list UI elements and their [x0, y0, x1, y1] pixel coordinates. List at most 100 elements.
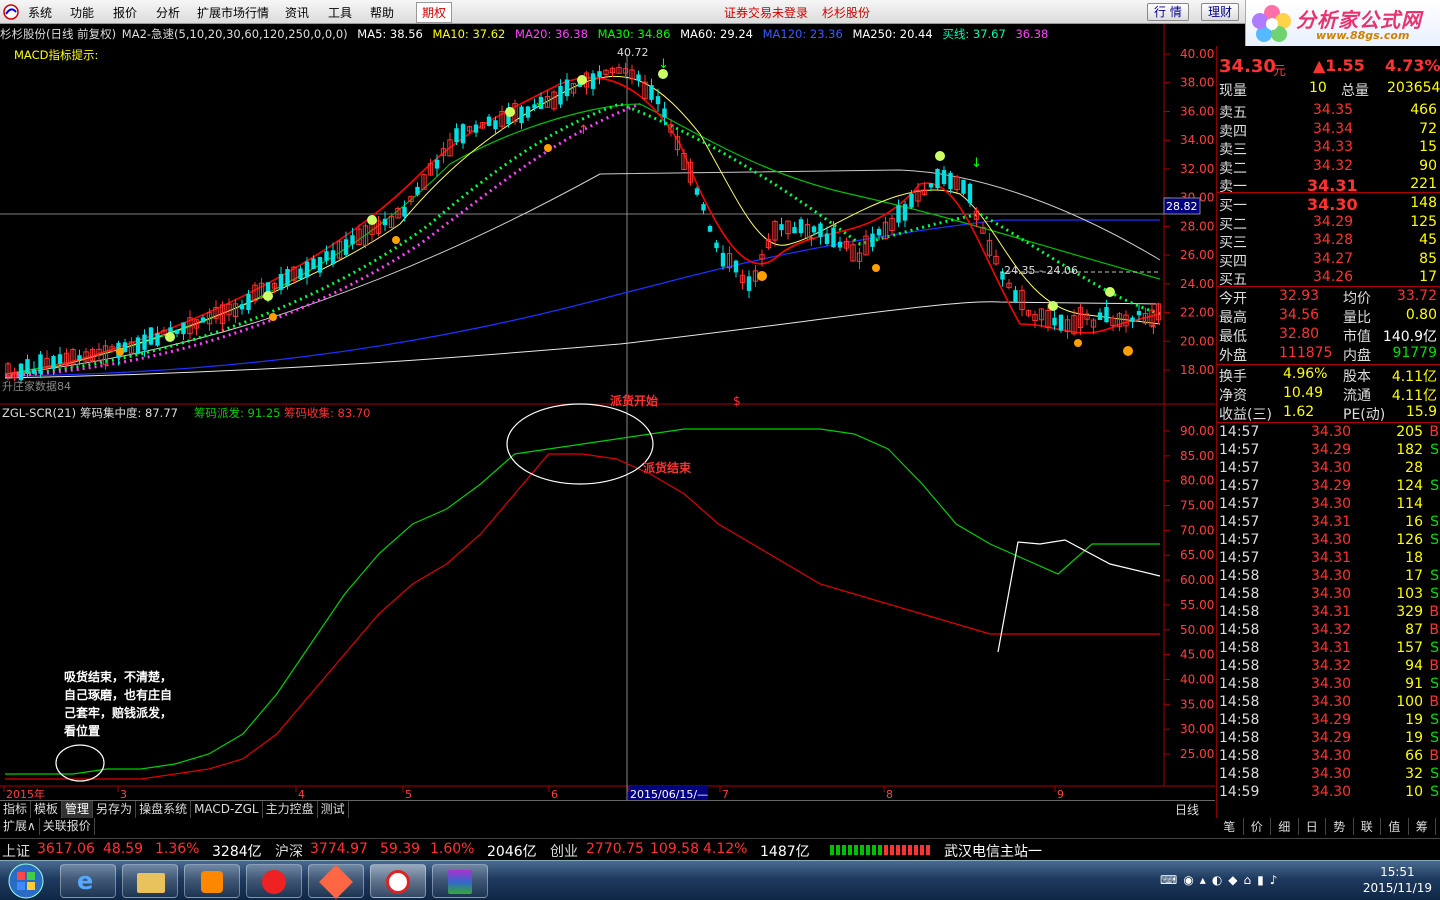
down-arrow-icon: ↓ — [971, 156, 982, 171]
trade-time: 14:58 — [1219, 766, 1260, 782]
winrar-taskbar-button[interactable] — [432, 864, 488, 898]
candle-body — [148, 327, 154, 345]
tray-icons[interactable]: ⌨◉▴◐◆⌂▮♪ — [1160, 873, 1283, 887]
ie-taskbar-button[interactable]: e — [60, 864, 116, 898]
menu-extended-market[interactable]: 扩展市场行情 — [197, 4, 269, 21]
period-label[interactable]: 日线 — [1175, 801, 1199, 818]
tab-related-quote[interactable]: 关联报价 — [40, 818, 95, 835]
bid-price: 34.30 — [1307, 195, 1358, 214]
menu-tools[interactable]: 工具 — [328, 4, 352, 21]
trade-volume: 87 — [1405, 622, 1423, 638]
tab-link[interactable]: 联 — [1354, 818, 1381, 835]
indicator-tick-label: 55.00 — [1180, 598, 1214, 612]
menu-function[interactable]: 功能 — [70, 4, 94, 21]
trade-volume: 17 — [1405, 568, 1423, 584]
stat-label: 今开 — [1219, 291, 1247, 307]
candle-body — [317, 256, 323, 273]
candle-body — [454, 128, 459, 143]
tab-tick[interactable]: 笔 — [1216, 818, 1244, 835]
bid-price: 34.27 — [1313, 250, 1354, 267]
stock-name-title: 杉杉股份 — [822, 6, 871, 20]
trade-price: 34.29 — [1311, 478, 1352, 494]
tab-value[interactable]: 值 — [1381, 818, 1409, 835]
ribbon-label: 升庄家数据84 — [2, 379, 71, 393]
media-taskbar-button[interactable] — [184, 864, 240, 898]
price-tick-label: 32.00 — [1180, 162, 1214, 176]
ask-row: 卖三 34.33 15 — [1217, 139, 1440, 158]
tab-extend[interactable]: 扩展∧ — [0, 818, 40, 835]
menu-analysis[interactable]: 分析 — [156, 4, 180, 21]
chart-canvas[interactable]: 40.00 38.00 36.00 34.00 32.00 30.00 28.00 26.00… — [0, 24, 1215, 800]
ma60-line — [4, 169, 1161, 375]
tab-template[interactable]: 模板 — [31, 801, 63, 818]
tab-day[interactable]: 日 — [1299, 818, 1326, 835]
red-app-icon — [262, 870, 286, 894]
tab-chips[interactable]: 筹 — [1409, 818, 1436, 835]
menu-system[interactable]: 系统 — [28, 4, 52, 21]
orange-icon — [1123, 346, 1133, 356]
stock-app-taskbar-button[interactable] — [370, 864, 426, 898]
x-tick-label: 4 — [298, 788, 305, 800]
menu-help[interactable]: 帮助 — [370, 4, 394, 21]
tab-manage[interactable]: 管理 — [62, 801, 94, 818]
candle-body — [278, 274, 284, 290]
trade-price: 34.29 — [1311, 712, 1352, 728]
trade-volume: 126 — [1396, 532, 1423, 548]
finance-button[interactable]: 理财 — [1201, 3, 1240, 21]
menu-news[interactable]: 资讯 — [285, 4, 309, 21]
quote-button[interactable]: 行 情 — [1147, 3, 1189, 21]
app-orange-taskbar-button[interactable] — [308, 864, 364, 899]
candle-body — [142, 334, 147, 350]
tab-trading-system[interactable]: 操盘系统 — [136, 801, 192, 818]
price-tick-label: 26.00 — [1180, 248, 1214, 262]
kline-chart-area[interactable]: 杉杉股份(日线 前复权) MA2-急速(5,10,20,30,60,120,25… — [0, 24, 1215, 800]
explorer-taskbar-button[interactable] — [122, 864, 178, 898]
start-button-icon[interactable] — [4, 863, 48, 899]
trade-price: 34.30 — [1311, 784, 1352, 800]
candle-body — [876, 228, 882, 236]
indicator-tick-label: 25.00 — [1180, 747, 1214, 761]
candle-body — [31, 369, 37, 374]
index-ticker[interactable]: 上证 3617.06 48.59 1.36% 3284亿 沪深 3774.97 … — [0, 838, 1440, 860]
clock[interactable]: 15:51 2015/11/19 — [1363, 864, 1432, 896]
ask-price: 34.33 — [1313, 139, 1354, 155]
tab-trend[interactable]: 势 — [1326, 818, 1354, 835]
ma250-line — [4, 301, 1161, 379]
clock-time: 15:51 — [1380, 865, 1415, 879]
tab-detail[interactable]: 细 — [1271, 818, 1299, 835]
trade-time: 14:57 — [1219, 478, 1260, 494]
stock-app-icon — [386, 870, 410, 894]
tab-main-control[interactable]: 主力控盘 — [263, 801, 318, 818]
candle-body — [135, 337, 141, 355]
tab-indicator[interactable]: 指标 — [0, 801, 32, 818]
tab-save-as[interactable]: 另存为 — [93, 801, 137, 818]
now-vol-label: 现量 — [1219, 83, 1247, 99]
login-status[interactable]: 证券交易未登录 — [724, 4, 808, 21]
orange-icon — [1074, 339, 1082, 347]
bid-volume: 85 — [1419, 250, 1437, 267]
apple-icon — [505, 107, 515, 117]
trade-price: 34.30 — [1311, 568, 1352, 584]
candle-body — [824, 233, 830, 244]
candle-body — [798, 219, 804, 234]
macd-hint: MACD指标提示: — [14, 48, 98, 62]
menu-options[interactable]: 期权 — [416, 2, 453, 23]
bid-row: 买三 34.28 45 — [1217, 232, 1440, 251]
stat-label: 换手 — [1219, 369, 1247, 385]
menu-quote[interactable]: 报价 — [113, 4, 137, 21]
server-station[interactable]: 武汉电信主站一 — [944, 841, 1042, 861]
trade-side: S — [1430, 676, 1439, 692]
app-red-taskbar-button[interactable] — [246, 864, 302, 898]
tab-macd-zgl[interactable]: MACD-ZGL — [191, 801, 263, 818]
tab-price[interactable]: 价 — [1244, 818, 1271, 835]
total-vol-label: 总量 — [1341, 83, 1369, 99]
note-line: 自己琢磨，也有庄自 — [64, 687, 172, 702]
stat-value: 33.72 — [1396, 288, 1437, 304]
archive-icon — [448, 870, 472, 894]
trade-row: 14:57 34.30 126 S — [1217, 532, 1440, 550]
range-label: 24.35 - 24.06 — [1004, 264, 1078, 277]
tab-test[interactable]: 测试 — [318, 801, 349, 818]
ask-row: 卖二 34.32 90 — [1217, 158, 1440, 177]
stat-row: 换手 4.96% 股本 4.11亿 — [1217, 366, 1440, 385]
price-change: ▲1.55 — [1313, 56, 1365, 75]
